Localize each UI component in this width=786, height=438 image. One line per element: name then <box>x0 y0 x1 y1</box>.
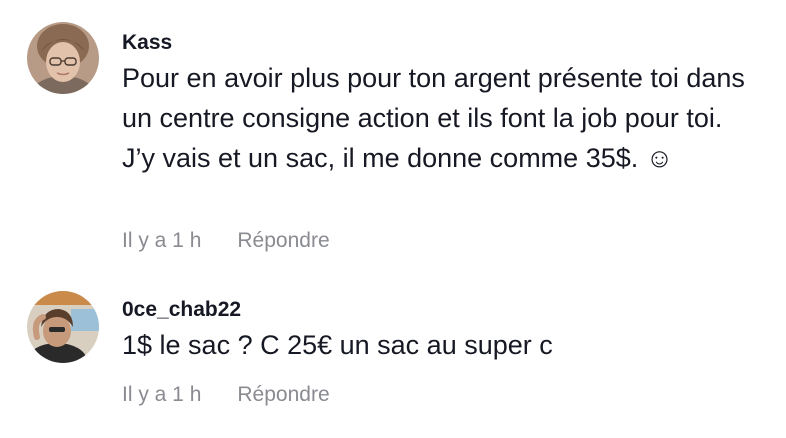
comment-timestamp: Il y a 1 h <box>122 383 202 406</box>
comment-meta: Il y a 1 h Répondre <box>122 228 330 254</box>
comment-username[interactable]: 0ce_chab22 <box>122 297 756 323</box>
avatar-photo <box>27 22 99 94</box>
comment-text: 1$ le sac ? C 25€ un sac au super c <box>122 330 553 360</box>
comment-body: 0ce_chab22 1$ le sac ? C 25€ un sac au s… <box>122 297 756 365</box>
comment-timestamp: Il y a 1 h <box>122 229 202 252</box>
comment-text: Pour en avoir plus pour ton argent prése… <box>122 63 745 173</box>
reply-button[interactable]: Répondre <box>237 228 329 254</box>
avatar[interactable] <box>27 291 99 363</box>
avatar[interactable] <box>27 22 99 94</box>
comment-username[interactable]: Kass <box>122 30 756 56</box>
avatar-photo <box>27 291 99 363</box>
comment-body: Kass Pour en avoir plus pour ton argent … <box>122 30 756 178</box>
comment-meta: Il y a 1 h Répondre <box>122 382 330 408</box>
reply-button[interactable]: Répondre <box>237 382 329 408</box>
